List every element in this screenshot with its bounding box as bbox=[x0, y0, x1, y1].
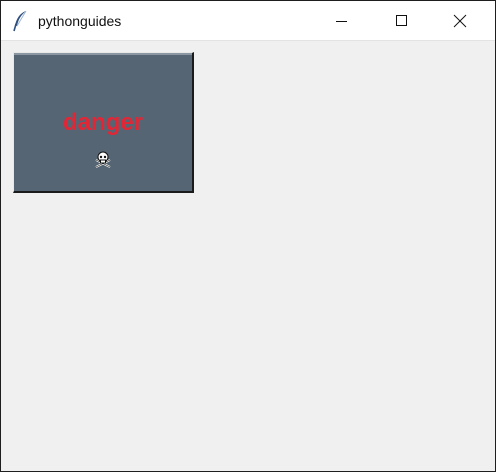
window-title: pythonguides bbox=[38, 13, 122, 29]
maximize-button[interactable] bbox=[379, 1, 425, 41]
minimize-button[interactable] bbox=[319, 1, 365, 41]
pirate-icon bbox=[95, 151, 111, 168]
close-icon bbox=[453, 14, 467, 28]
close-button[interactable] bbox=[437, 1, 483, 41]
minimize-icon bbox=[336, 21, 347, 22]
maximize-icon bbox=[396, 15, 407, 26]
title-bar[interactable]: pythonguides bbox=[1, 1, 495, 41]
tk-feather-icon bbox=[13, 10, 27, 32]
window-client-area: danger bbox=[1, 41, 495, 471]
danger-button[interactable]: danger bbox=[13, 52, 194, 193]
danger-button-label: danger bbox=[62, 109, 143, 136]
app-window: pythonguides danger bbox=[0, 0, 496, 472]
